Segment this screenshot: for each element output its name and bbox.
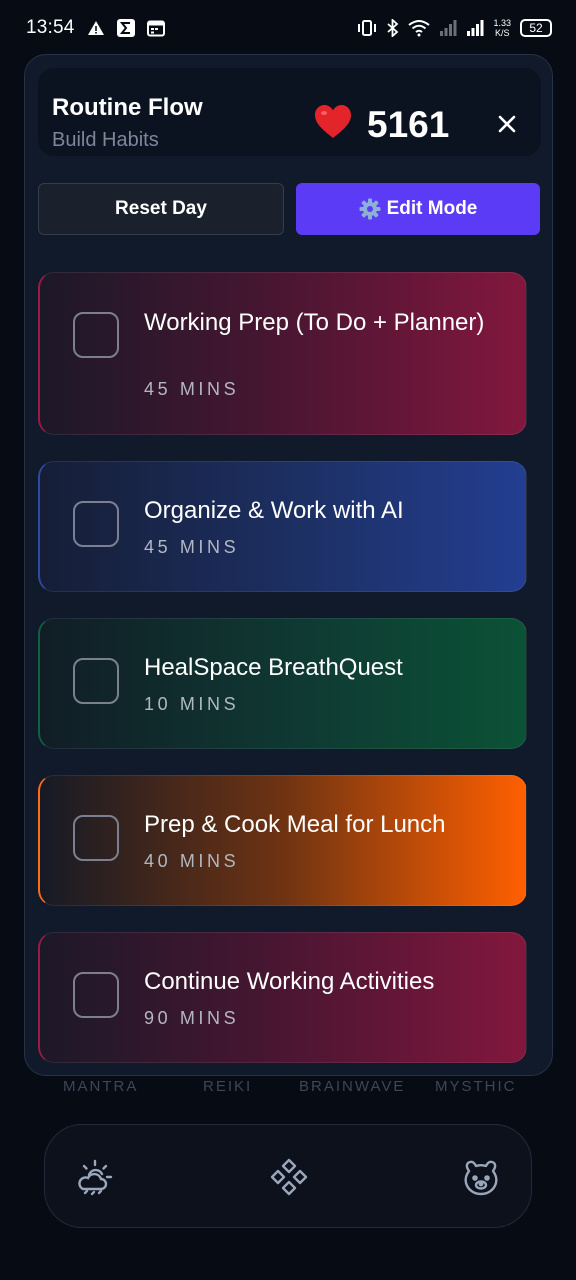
task-duration: 45 MINS: [144, 537, 240, 557]
tab-mysthic: MYSTHIC: [435, 1078, 517, 1095]
edit-mode-label: Edit Mode: [386, 198, 478, 219]
task-card[interactable]: Continue Working Activities 90 MINS: [38, 932, 527, 1063]
task-checkbox[interactable]: [73, 972, 119, 1018]
task-name: Prep & Cook Meal for Lunch: [144, 811, 446, 838]
task-duration: 40 MINS: [144, 851, 240, 871]
app-subtitle: Build Habits: [52, 129, 159, 151]
pet-face-icon[interactable]: [461, 1157, 501, 1197]
app-title: Routine Flow: [52, 94, 203, 121]
calendar-icon: [146, 19, 165, 37]
signal-icon: [466, 19, 484, 37]
bottom-nav: [44, 1124, 532, 1228]
task-card[interactable]: Working Prep (To Do + Planner) 45 MINS: [38, 272, 527, 435]
tab-brainwave: BRAINWAVE: [299, 1078, 406, 1095]
tab-reiki: REIKI: [203, 1078, 253, 1095]
header-card: Routine Flow Build Habits 5161: [38, 68, 541, 156]
background-tabs: MANTRA REIKI BRAINWAVE MYSTHIC: [0, 1078, 576, 1100]
status-bar: 13:54 1.33 K/S 52: [0, 0, 576, 56]
tab-mantra: MANTRA: [63, 1078, 139, 1095]
task-name: Organize & Work with AI: [144, 497, 404, 524]
net-speed-value: 1.33: [493, 18, 511, 28]
task-card[interactable]: Organize & Work with AI 45 MINS: [38, 461, 527, 592]
routine-panel: Routine Flow Build Habits 5161 Reset Day: [24, 54, 553, 1076]
net-speed: 1.33 K/S: [493, 18, 511, 38]
task-duration: 90 MINS: [144, 1008, 240, 1028]
task-checkbox[interactable]: [73, 312, 119, 358]
task-checkbox[interactable]: [73, 658, 119, 704]
reset-day-label: Reset Day: [115, 198, 207, 219]
status-right: 1.33 K/S 52: [356, 18, 552, 38]
task-duration: 45 MINS: [144, 379, 240, 399]
wifi-icon: [408, 19, 431, 37]
gear-icon: [359, 198, 381, 220]
weather-icon[interactable]: [75, 1157, 115, 1197]
task-name: Working Prep (To Do + Planner): [144, 309, 485, 336]
task-checkbox[interactable]: [73, 815, 119, 861]
diamond-grid-icon[interactable]: [269, 1157, 309, 1197]
task-duration: 10 MINS: [144, 694, 240, 714]
task-name: HealSpace BreathQuest: [144, 654, 403, 681]
task-card[interactable]: HealSpace BreathQuest 10 MINS: [38, 618, 527, 749]
task-name: Continue Working Activities: [144, 968, 435, 995]
heart-icon: [314, 104, 352, 140]
signal-weak-icon: [439, 19, 457, 37]
status-left: 13:54: [26, 17, 165, 39]
edit-mode-button[interactable]: Edit Mode: [296, 183, 540, 235]
warning-icon: [87, 20, 105, 36]
vibrate-icon: [356, 19, 378, 37]
net-speed-unit: K/S: [494, 28, 510, 38]
reset-day-button[interactable]: Reset Day: [38, 183, 284, 235]
score-value: 5161: [367, 104, 450, 145]
task-checkbox[interactable]: [73, 501, 119, 547]
battery-icon: 52: [520, 19, 552, 37]
sigma-icon: [116, 19, 135, 37]
close-icon[interactable]: [496, 113, 518, 135]
task-card[interactable]: Prep & Cook Meal for Lunch 40 MINS: [38, 775, 527, 906]
bluetooth-icon: [387, 19, 399, 37]
status-time: 13:54: [26, 17, 75, 38]
